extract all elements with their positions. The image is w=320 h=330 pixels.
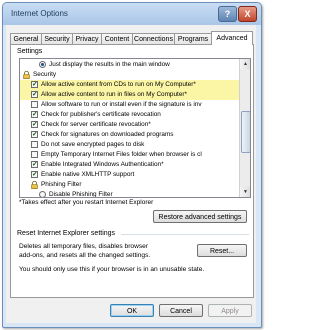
setting-label: Disable Phishing Filter xyxy=(49,191,113,197)
setting-label: Allow active content to run in files on … xyxy=(41,91,187,98)
setting-label: Just display the results in the main win… xyxy=(49,61,170,68)
setting-label: Allow active content from CDs to run on … xyxy=(41,81,196,88)
setting-row: Security xyxy=(20,70,239,80)
checked-checkbox[interactable]: ✓ xyxy=(31,121,38,128)
setting-label: Do not save encrypted pages to disk xyxy=(41,141,145,148)
setting-label: Allow software to run or install even if… xyxy=(41,101,202,108)
setting-row[interactable]: Just display the results in the main win… xyxy=(20,60,239,70)
reset-description-line-1: Deletes all temporary files, disables br… xyxy=(19,243,148,250)
restore-advanced-settings-button[interactable]: Restore advanced settings xyxy=(153,210,247,223)
setting-row: Phishing Filter xyxy=(20,180,239,190)
setting-row[interactable]: ✓ Check for signatures on downloaded prog… xyxy=(20,130,239,140)
internet-options-window: Internet Options ? X General Security Pr… xyxy=(2,2,262,328)
radio-button[interactable] xyxy=(39,191,46,197)
settings-list: Just display the results in the main win… xyxy=(20,59,239,197)
group-divider xyxy=(121,234,249,235)
setting-label: Security xyxy=(33,71,57,78)
setting-label: Check for publisher's certificate revoca… xyxy=(41,111,161,118)
setting-label: Enable Integrated Windows Authentication… xyxy=(41,161,164,168)
setting-row[interactable]: ✓ Enable native XMLHTTP support xyxy=(20,170,239,180)
help-button[interactable]: ? xyxy=(218,6,237,22)
unchecked-checkbox[interactable] xyxy=(31,101,38,108)
setting-row[interactable]: ✓ Allow active content to run in files on… xyxy=(20,90,239,100)
checked-checkbox[interactable]: ✓ xyxy=(31,131,38,138)
setting-row[interactable]: ✓ Enable Integrated Windows Authenticatio… xyxy=(20,160,239,170)
reset-description-line-2: add-ons, and resets all the changed sett… xyxy=(19,252,151,259)
setting-label: Check for signatures on downloaded progr… xyxy=(41,131,174,138)
reset-button[interactable]: Reset... xyxy=(197,244,247,257)
setting-label: Empty Temporary Internet Files folder wh… xyxy=(41,151,202,158)
unchecked-checkbox[interactable] xyxy=(31,151,38,158)
apply-button[interactable]: Apply xyxy=(208,304,252,317)
settings-listbox[interactable]: Just display the results in the main win… xyxy=(19,58,251,198)
setting-row[interactable]: ✓ Check for server certificate revocation… xyxy=(20,120,239,130)
checked-checkbox[interactable]: ✓ xyxy=(31,111,38,118)
lock-icon xyxy=(31,180,38,189)
checked-checkbox[interactable]: ✓ xyxy=(31,91,38,98)
dialog-client-area: General Security Privacy Content Connect… xyxy=(6,25,256,323)
tab-advanced[interactable]: Advanced xyxy=(211,31,253,45)
setting-row[interactable]: ✓ Check for publisher's certificate revoc… xyxy=(20,110,239,120)
title-bar[interactable]: Internet Options ? X xyxy=(3,3,261,25)
advanced-tab-page: Settings Just display the results in the… xyxy=(10,44,254,298)
scroll-up-icon[interactable]: ▲ xyxy=(240,59,250,69)
setting-row[interactable]: Allow software to run or install even if… xyxy=(20,100,239,110)
restart-note: *Takes effect after you restart Internet… xyxy=(19,199,154,206)
setting-label: Check for server certificate revocation* xyxy=(41,121,151,128)
tab-strip: General Security Privacy Content Connect… xyxy=(10,31,256,45)
checked-checkbox[interactable]: ✓ xyxy=(31,81,38,88)
scroll-thumb[interactable] xyxy=(241,111,250,153)
close-button[interactable]: X xyxy=(238,6,257,22)
setting-row[interactable]: Disable Phishing Filter xyxy=(20,190,239,197)
unchecked-checkbox[interactable] xyxy=(31,141,38,148)
window-title: Internet Options xyxy=(11,9,68,18)
settings-label: Settings xyxy=(17,48,43,55)
reset-group-label: Reset Internet Explorer settings xyxy=(17,230,116,237)
ok-button[interactable]: OK xyxy=(110,304,154,317)
reset-warning: You should only use this if your browser… xyxy=(19,266,205,273)
checked-checkbox[interactable]: ✓ xyxy=(31,161,38,168)
checked-checkbox[interactable]: ✓ xyxy=(31,171,38,178)
setting-row[interactable]: Do not save encrypted pages to disk xyxy=(20,140,239,150)
setting-row[interactable]: Empty Temporary Internet Files folder wh… xyxy=(20,150,239,160)
selected-radio[interactable] xyxy=(39,61,46,68)
scroll-down-icon[interactable]: ▼ xyxy=(240,187,250,197)
setting-row[interactable]: ✓ Allow active content from CDs to run on… xyxy=(20,80,239,90)
setting-label: Enable native XMLHTTP support xyxy=(41,171,135,178)
settings-scrollbar[interactable]: ▲ ▼ xyxy=(239,59,250,197)
lock-icon xyxy=(23,70,30,79)
cancel-button[interactable]: Cancel xyxy=(159,304,203,317)
setting-label: Phishing Filter xyxy=(41,181,82,188)
